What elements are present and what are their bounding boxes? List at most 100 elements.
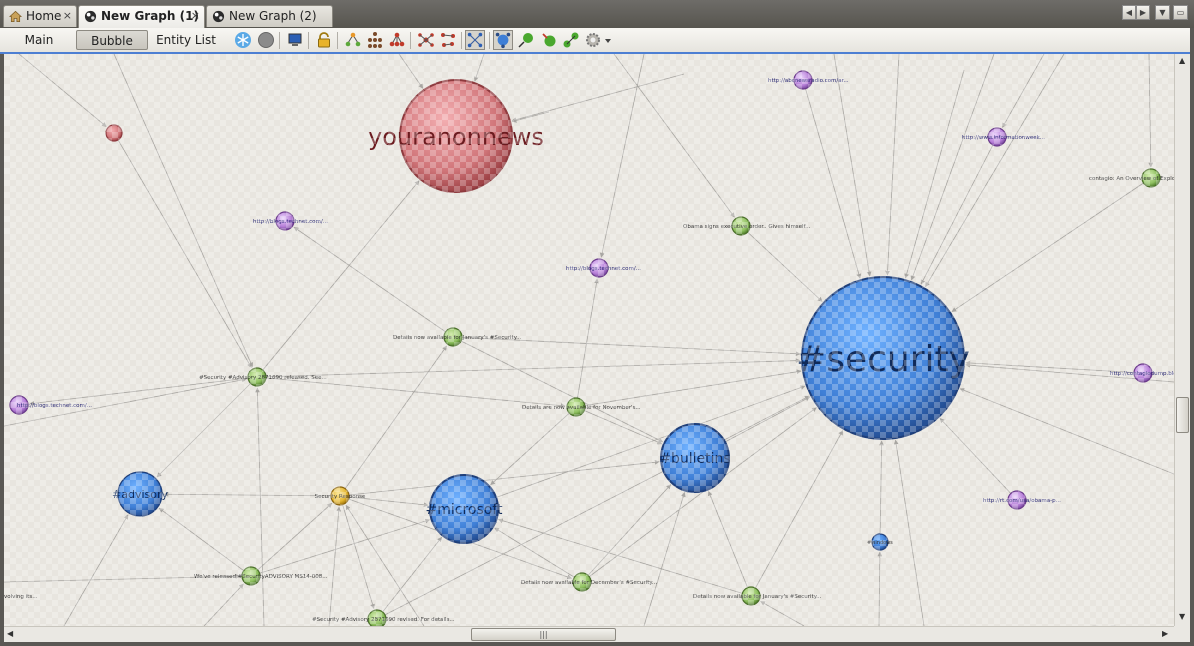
graph-edge [959,388,1174,475]
entity-list-button[interactable]: Entity List [156,30,216,50]
graph-edge [893,439,925,626]
graph-edge [584,369,802,406]
graph-edge [951,182,1144,313]
graph-edge [265,377,566,408]
graph-edge [117,139,252,368]
graph-edge [460,340,664,443]
tab-new-graph-2-label: New Graph (2) [229,9,317,23]
green-node-add-icon[interactable] [540,31,558,49]
tab-new-graph-1[interactable]: New Graph (1) × [78,5,205,28]
node-label-microsoft: #microsoft [426,502,504,518]
graph-edge [877,551,883,626]
node-label-t1: Obama signs executive order.. Gives hims… [683,224,811,230]
graph-edge [490,412,570,486]
scroll-up-arrow-icon[interactable]: ▲ [1179,56,1185,65]
green-node-link-icon[interactable] [562,31,580,49]
maximize-button[interactable]: ▭ [1173,5,1188,20]
interactive-layout-icon[interactable] [465,30,485,50]
node-label-t4: #Security #Advisory 2871690 released. Se… [199,375,327,381]
node-label-t6: We've released #SecurityADVISORY MS14-00… [194,574,328,580]
lock-icon[interactable] [315,31,333,49]
tab-new-graph-2[interactable]: New Graph (2) [206,5,333,27]
horizontal-scroll-thumb[interactable]: ||| [471,628,616,641]
graph-edge [293,226,446,333]
horizontal-scrollbar[interactable]: ◀ ||| ▶ [4,626,1174,642]
graph-edge [255,387,265,626]
graph-edge [925,54,1065,288]
scroll-corner [1174,626,1190,642]
graph-edge [156,383,251,478]
graph-edge [163,491,332,497]
scroll-down-arrow-icon[interactable]: ▼ [1179,612,1185,621]
graph-edge [262,180,420,371]
bubble-size-icon[interactable] [493,30,513,50]
graph-edge [577,278,599,399]
node-label-u6: http://contagiodump.blog... [1110,371,1174,377]
green-node-arrow-icon[interactable] [517,31,535,49]
settings-gear-icon[interactable] [584,31,602,49]
main-view-button[interactable]: Main View [10,30,68,67]
snowflake-icon[interactable] [234,31,252,49]
graph-edge [1002,54,1045,128]
graph-edge [587,484,672,576]
tab-home-label: Home [26,9,62,23]
scroll-right-arrow-icon[interactable]: ▶ [1162,629,1168,638]
scroll-tabs-right-button[interactable]: ▶ [1136,5,1150,20]
graph-edge [833,54,872,277]
graph-edge [724,396,811,443]
graph-edge [965,360,1135,373]
tree-layout-icon[interactable] [366,31,384,49]
graph-edge [584,410,663,445]
graph-edge [1148,54,1154,168]
partial-node-label: volving its... [4,594,38,600]
tab-list-dropdown-button[interactable]: ▼ [1155,5,1170,20]
graph-edge [707,490,748,588]
toolbar: Main View Bubble View Entity List [0,28,1194,68]
tab-home[interactable]: Home × [3,5,77,27]
monitor-icon[interactable] [286,31,304,49]
graph-edge [805,88,862,279]
bubble-view-button[interactable]: Bubble View [76,30,148,68]
graph-edge [342,504,375,609]
graph-edge [473,54,485,82]
graph-edge [760,601,805,626]
graph-edge [904,69,965,279]
node-label-u3: http://blogs.technet.com/... [253,219,328,225]
user-node-ghost[interactable] [105,124,123,142]
scroll-left-arrow-icon[interactable]: ◀ [7,629,13,638]
graph-canvas[interactable]: youranonnews #security #bulletins #microsof… [4,54,1174,626]
graph-edge [599,54,645,258]
close-icon[interactable]: × [63,9,72,22]
graph-edge [328,506,342,626]
graph-edge [265,358,801,378]
chevron-down-icon[interactable] [603,31,613,49]
node-label-t2: contagio: An Overview of Exploit... [1089,176,1174,182]
graph-edge [643,491,686,626]
block-layout-icon[interactable] [388,31,406,49]
vertical-scrollbar[interactable]: ▲ ▼ [1174,54,1190,626]
bubble-graph[interactable]: youranonnews #security #bulletins #microsof… [4,54,1174,626]
scroll-tabs-left-button[interactable]: ◀ [1122,5,1136,20]
node-spread-icon[interactable] [439,31,457,49]
node-label-t9: #Security #Advisory 2871690 revised. For… [312,617,455,623]
node-label-u7: http://rt.com/usa/obama-p... [983,498,1061,504]
vertical-scroll-thumb[interactable] [1176,397,1189,433]
organic-layout-icon[interactable] [417,31,435,49]
graph-edge [398,54,424,89]
hierarchy-layout-icon[interactable] [344,31,362,49]
graph-edge [495,385,806,498]
tab-bar: Home × New Graph (1) × New Graph (2) ◀ ▶… [0,0,1194,28]
graph-edge [345,504,425,626]
circle-icon[interactable] [257,31,275,49]
graph-edge [939,418,1012,494]
graph-edge [511,111,550,123]
node-label-u4: http://blogs.technet.com/... [566,266,641,272]
graph-edge [755,430,844,589]
graph-edge [747,231,823,302]
graph-edge [885,54,900,276]
node-label-smallblue: #windows [867,540,893,546]
node-label-t5: Details are now available for November's… [522,405,641,411]
close-icon[interactable]: × [191,9,200,22]
graph-edge [18,54,107,127]
graph-edge [158,507,244,571]
